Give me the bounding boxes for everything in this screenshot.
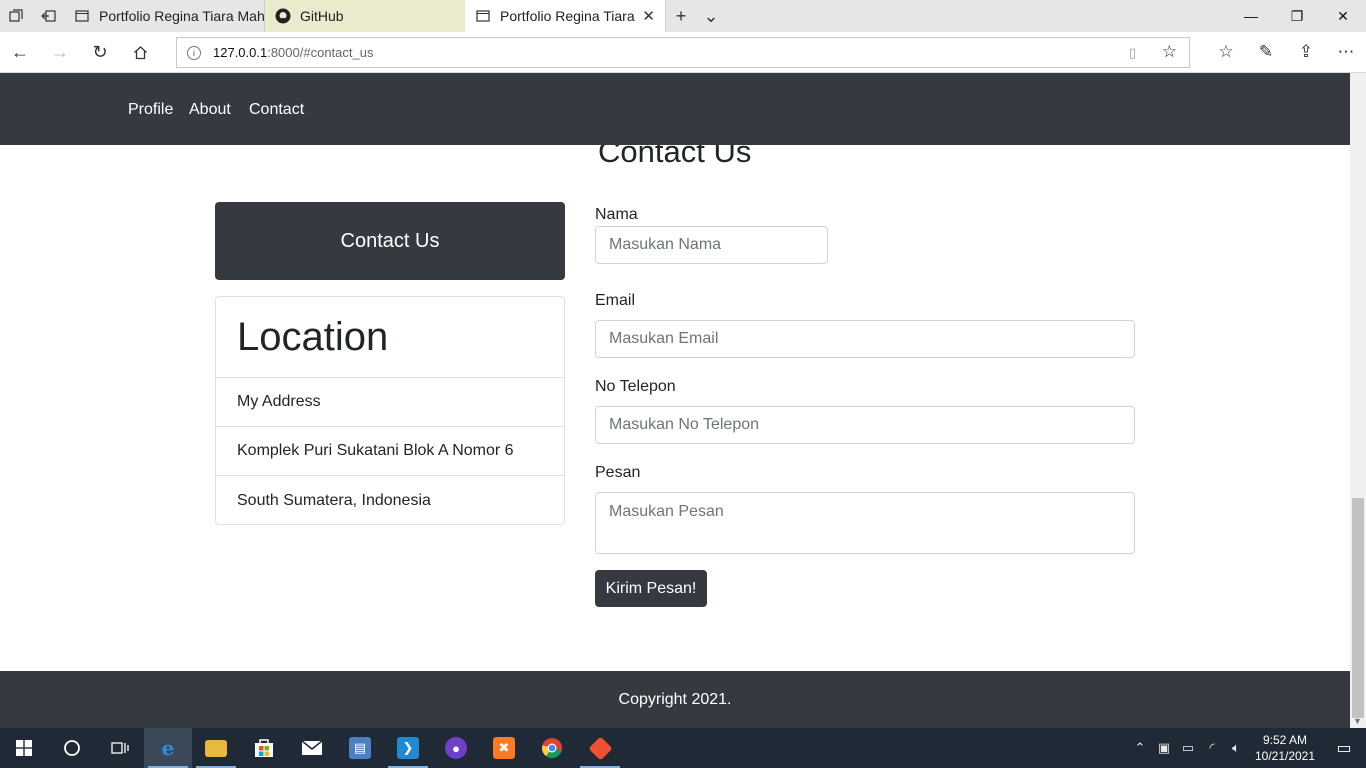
forward-icon[interactable]: → <box>40 32 80 72</box>
home-icon[interactable] <box>120 32 160 72</box>
cortana-search-icon[interactable] <box>48 728 96 768</box>
volume-icon[interactable]: 🔈︎ <box>1224 740 1248 756</box>
back-icon[interactable]: ← <box>0 32 40 72</box>
action-center-icon[interactable]: ▭ <box>1322 738 1366 758</box>
scroll-down-icon[interactable]: ▼ <box>1353 716 1362 726</box>
tab-manager-icon[interactable] <box>0 0 32 32</box>
windows-taskbar: e ▤ ❯ ● ✖ ⌃ ▣ ▭ ◜ 🔈︎ 9:52 AM 10/21/2021 … <box>0 728 1366 768</box>
tab-github[interactable]: GitHub <box>265 0 465 32</box>
vscode-icon[interactable]: ❯ <box>384 728 432 768</box>
page-scrollbar[interactable]: ▼ <box>1350 73 1366 728</box>
close-tab-icon[interactable]: ✕ <box>642 7 655 25</box>
store-icon[interactable] <box>240 728 288 768</box>
contact-us-card: Contact Us <box>215 202 565 280</box>
email-input[interactable]: Masukan Email <box>595 320 1135 358</box>
battery-icon[interactable]: ▭ <box>1176 740 1200 756</box>
clock[interactable]: 9:52 AM 10/21/2021 <box>1248 732 1322 764</box>
more-menu-icon[interactable]: ⋯ <box>1326 42 1366 62</box>
clock-date: 10/21/2021 <box>1254 749 1316 763</box>
refresh-icon[interactable]: ↻ <box>80 32 120 72</box>
close-window-icon[interactable]: ✕ <box>1320 0 1366 32</box>
xampp-icon[interactable]: ✖ <box>480 728 528 768</box>
notes-pen-icon[interactable]: ✎ <box>1246 42 1286 62</box>
site-footer: Copyright 2021. <box>0 671 1350 728</box>
restore-icon[interactable]: ❐ <box>1274 0 1320 32</box>
address-bar-row: ← → ↻ i 127.0.0.1:8000/#contact_us ▯ ☆ ☆… <box>0 32 1366 73</box>
location-heading: Location <box>216 297 564 378</box>
favorite-star-icon[interactable]: ☆ <box>1162 42 1177 62</box>
url-path: :8000/#contact_us <box>267 45 374 60</box>
new-tab-icon[interactable]: + <box>666 6 696 27</box>
pesan-label: Pesan <box>595 464 641 481</box>
submit-button[interactable]: Kirim Pesan! <box>595 570 707 607</box>
git-icon[interactable] <box>576 728 624 768</box>
nav-contact-link[interactable]: Contact <box>249 101 304 119</box>
list-item: South Sumatera, Indonesia <box>237 491 431 509</box>
file-explorer-icon[interactable] <box>192 728 240 768</box>
nav-profile-link[interactable]: Profile <box>128 101 173 119</box>
github-icon <box>275 8 291 24</box>
task-view-icon[interactable] <box>96 728 144 768</box>
tab-portfolio-1[interactable]: Portfolio Regina Tiara Maha <box>64 0 265 32</box>
remote-desktop-icon[interactable]: ▤ <box>336 728 384 768</box>
windows-logo-icon <box>16 740 32 756</box>
list-item: My Address <box>216 378 564 427</box>
minimize-icon[interactable]: — <box>1228 0 1274 32</box>
list-item: Komplek Puri Sukatani Blok A Nomor 6 <box>216 427 564 476</box>
tab-title: Portfolio Regina Tiara M <box>500 8 638 24</box>
site-navbar: Profile About Contact <box>0 73 1350 145</box>
info-icon[interactable]: i <box>187 45 201 60</box>
start-button[interactable] <box>0 728 48 768</box>
nama-input[interactable]: Masukan Nama <box>595 226 828 264</box>
pesan-textarea[interactable]: Masukan Pesan <box>595 492 1135 554</box>
favorites-icon[interactable]: ☆ <box>1206 42 1246 62</box>
security-icon[interactable]: ▣ <box>1152 740 1176 756</box>
page-viewport: Profile About Contact Contact Us Contact… <box>0 73 1350 728</box>
system-tray: ⌃ ▣ ▭ ◜ 🔈︎ 9:52 AM 10/21/2021 ▭ <box>1128 728 1366 768</box>
scrollbar-thumb[interactable] <box>1352 498 1364 718</box>
chrome-icon[interactable] <box>528 728 576 768</box>
tab-title: GitHub <box>300 8 344 24</box>
chevron-up-icon[interactable]: ⌃ <box>1128 740 1152 756</box>
location-card: Location My Address Komplek Puri Sukatan… <box>215 296 565 525</box>
github-desktop-icon[interactable]: ● <box>432 728 480 768</box>
edge-taskbar-icon[interactable]: e <box>144 728 192 768</box>
browser-tab-bar: Portfolio Regina Tiara Maha GitHub Portf… <box>0 0 1366 32</box>
url-host: 127.0.0.1 <box>213 45 268 60</box>
nav-about-link[interactable]: About <box>189 101 231 119</box>
page-icon <box>74 8 90 24</box>
url-field[interactable]: i 127.0.0.1:8000/#contact_us ▯ ☆ <box>176 37 1190 68</box>
wifi-icon[interactable]: ◜ <box>1200 740 1224 756</box>
set-aside-tabs-icon[interactable] <box>32 0 64 32</box>
share-icon[interactable]: ⇪ <box>1286 42 1326 62</box>
email-label: Email <box>595 292 636 309</box>
nama-label: Nama <box>595 206 638 223</box>
chevron-down-icon[interactable]: ⌄ <box>696 6 726 27</box>
tab-portfolio-active[interactable]: Portfolio Regina Tiara M ✕ <box>465 0 666 32</box>
telepon-label: No Telepon <box>595 378 676 395</box>
tab-title: Portfolio Regina Tiara Maha <box>99 8 265 24</box>
reading-view-icon[interactable]: ▯ <box>1129 45 1145 61</box>
clock-time: 9:52 AM <box>1262 733 1308 747</box>
mail-icon[interactable] <box>288 728 336 768</box>
page-icon <box>475 8 491 24</box>
telepon-input[interactable]: Masukan No Telepon <box>595 406 1135 444</box>
